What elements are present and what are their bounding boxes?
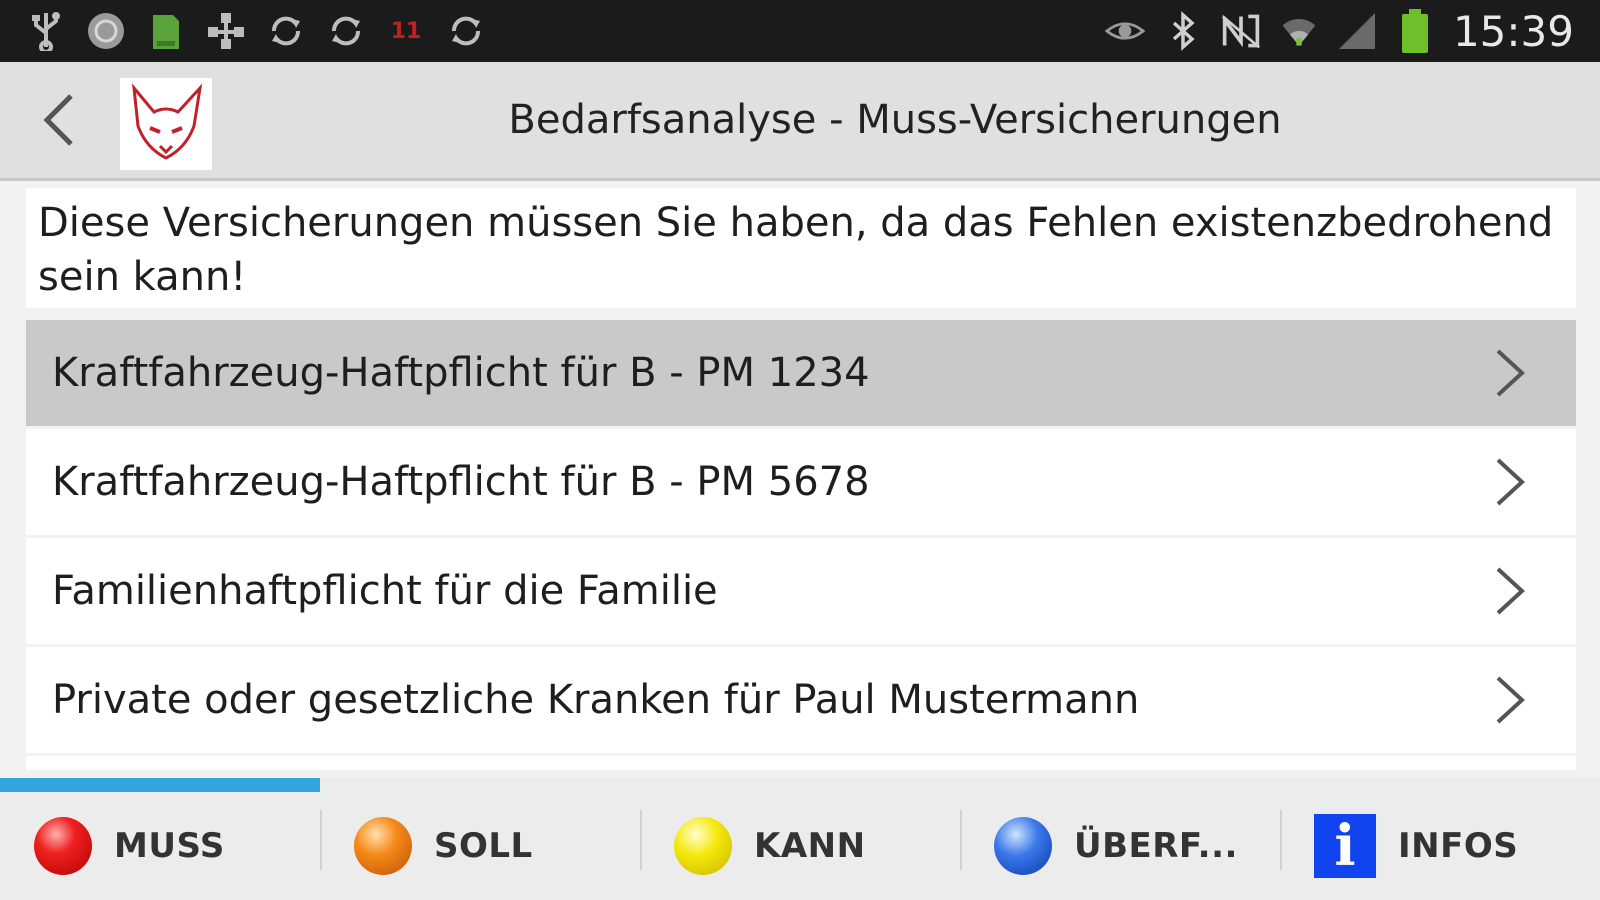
tab-label: SOLL <box>434 826 533 866</box>
calendar-icon: 11 <box>386 11 426 51</box>
list-item[interactable]: Private oder gesetzliche Kranken für Pau… <box>26 647 1576 753</box>
tab-label: INFOS <box>1398 826 1519 866</box>
info-icon: i <box>1314 813 1376 879</box>
chevron-right-icon <box>1496 676 1525 724</box>
sync-icon <box>326 11 366 51</box>
list-item[interactable]: Familienhaftpflicht für die Familie <box>26 538 1576 644</box>
tab-soll[interactable]: SOLL <box>320 792 640 900</box>
nfc-icon <box>1221 11 1261 51</box>
usb-icon <box>26 11 66 51</box>
sd-card-icon <box>146 11 186 51</box>
tab-kann[interactable]: KANN <box>640 792 960 900</box>
list-item-label: Private oder gesetzliche Kranken für Pau… <box>52 677 1140 723</box>
chevron-right-icon <box>1496 349 1525 397</box>
back-button[interactable] <box>28 88 88 152</box>
list-item-partial <box>26 756 1576 770</box>
active-tab-indicator <box>0 778 320 792</box>
tab-ueberf[interactable]: ÜBERF... <box>960 792 1280 900</box>
insurance-list: Kraftfahrzeug-Haftpflicht für B - PM 123… <box>26 320 1576 770</box>
bottom-tab-bar: MUSS SOLL KANN ÜBERF... i INFOS <box>0 778 1600 900</box>
sync-icon <box>266 11 306 51</box>
eye-icon <box>1104 11 1145 51</box>
signal-icon <box>1337 11 1377 51</box>
battery-icon <box>1395 9 1435 53</box>
page-title: Bedarfsanalyse - Muss-Versicherungen <box>508 97 1282 143</box>
tab-label: ÜBERF... <box>1074 826 1238 866</box>
wifi-icon <box>1279 11 1319 51</box>
tab-infos[interactable]: i INFOS <box>1280 792 1600 900</box>
chevron-right-icon <box>1496 458 1525 506</box>
status-time: 15:39 <box>1452 6 1574 56</box>
network-icon <box>206 11 246 51</box>
fox-logo-icon[interactable] <box>120 78 212 170</box>
list-item-label: Kraftfahrzeug-Haftpflicht für B - PM 567… <box>52 459 870 505</box>
tab-muss[interactable]: MUSS <box>0 792 320 900</box>
chevron-right-icon <box>1496 567 1525 615</box>
sync-icon <box>446 11 486 51</box>
list-item[interactable]: Kraftfahrzeug-Haftpflicht für B - PM 567… <box>26 429 1576 535</box>
tab-label: KANN <box>754 826 866 866</box>
bluetooth-icon <box>1163 11 1203 51</box>
status-bar-system: 15:39 <box>1104 6 1574 56</box>
chevron-left-icon <box>43 94 73 146</box>
yellow-ball-icon <box>674 817 732 875</box>
list-item[interactable]: Kraftfahrzeug-Haftpflicht für B - PM 123… <box>26 320 1576 426</box>
tab-label: MUSS <box>114 826 225 866</box>
action-bar: Bedarfsanalyse - Muss-Versicherungen <box>0 62 1600 181</box>
status-bar: 11 15:39 <box>0 0 1600 62</box>
intro-text: Diese Versicherungen müssen Sie haben, d… <box>26 188 1576 308</box>
orange-ball-icon <box>354 817 412 875</box>
main-content: Diese Versicherungen müssen Sie haben, d… <box>26 184 1576 774</box>
blue-ball-icon <box>994 817 1052 875</box>
sync-circle-icon <box>86 11 126 51</box>
list-item-label: Kraftfahrzeug-Haftpflicht für B - PM 123… <box>52 350 870 396</box>
list-item-label: Familienhaftpflicht für die Familie <box>52 568 718 614</box>
status-bar-notifications: 11 <box>26 8 486 54</box>
calendar-day: 11 <box>390 18 422 44</box>
red-ball-icon <box>34 817 92 875</box>
